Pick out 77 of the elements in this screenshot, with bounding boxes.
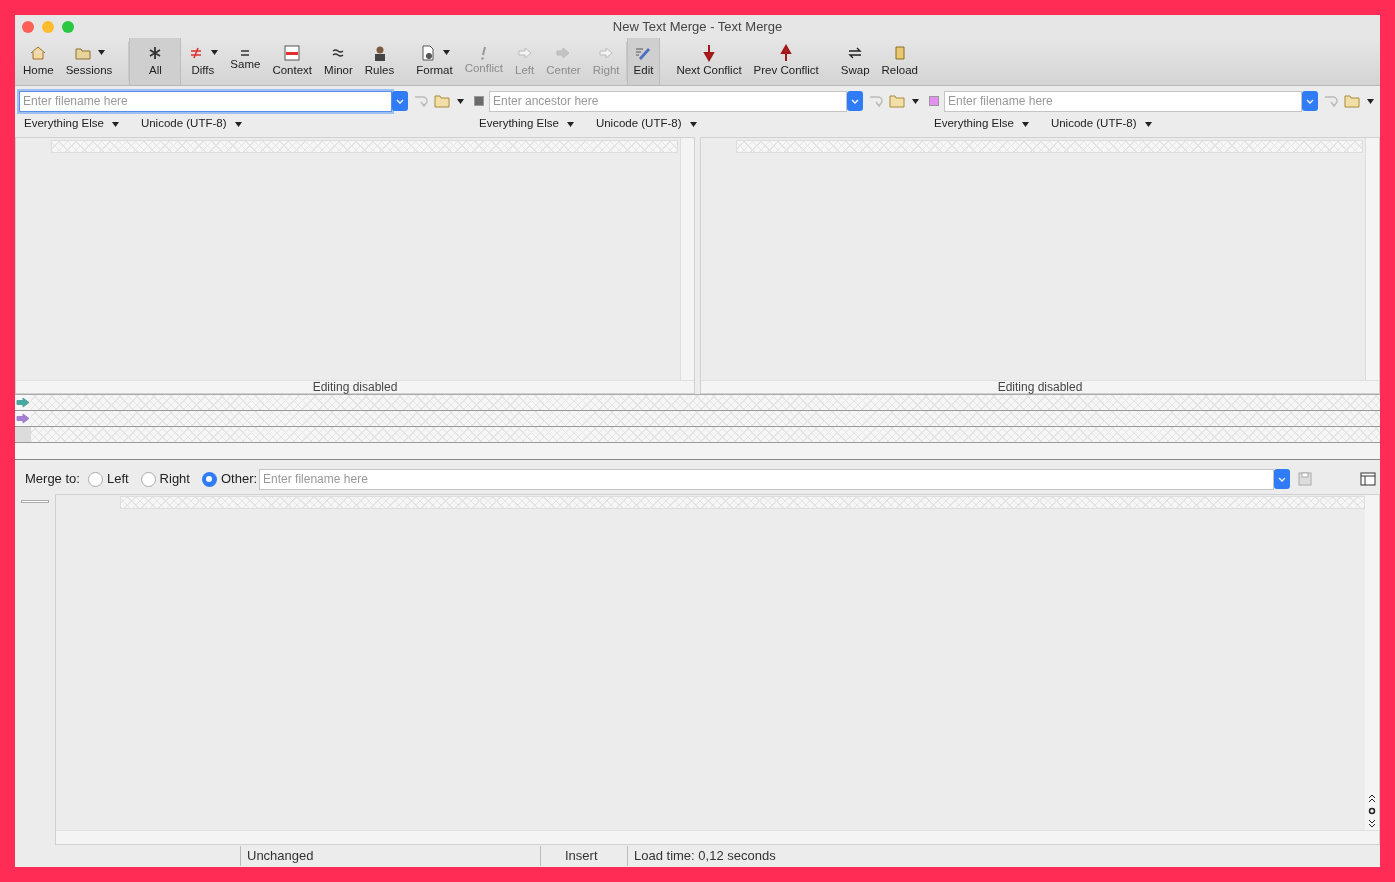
- pane-status: Editing disabled: [997, 381, 1083, 393]
- dropdown-button[interactable]: [847, 91, 863, 111]
- swap-arrow-icon[interactable]: [413, 93, 429, 109]
- toolbar-button[interactable]: Format: [410, 38, 459, 85]
- scroll-up-icon[interactable]: [1368, 794, 1376, 803]
- toolbar-button[interactable]: Sessions: [59, 38, 119, 85]
- toolbar-button[interactable]: Minor: [318, 38, 359, 85]
- filename-field[interactable]: Enter filename here: [19, 90, 392, 112]
- radio-button[interactable]: [140, 471, 156, 487]
- filename-field[interactable]: Enter ancestor here: [489, 90, 847, 112]
- scroll-down-icon[interactable]: [1368, 819, 1376, 828]
- caret-icon: [912, 98, 919, 104]
- folder-icon[interactable]: [889, 93, 907, 109]
- caret-icon: [211, 50, 219, 56]
- toolbar-button[interactable]: All: [129, 38, 182, 85]
- toolbar-button[interactable]: Context: [266, 38, 319, 85]
- caret-icon: [111, 121, 119, 127]
- window-title: New Text Merge - Text Merge: [612, 17, 783, 36]
- folder-icon[interactable]: [1344, 93, 1362, 109]
- context-icon: [283, 43, 302, 62]
- encoding-dropdown[interactable]: Unicode (UTF-8): [140, 115, 242, 133]
- filter-dropdown[interactable]: Everything Else: [479, 115, 574, 133]
- scrollbar[interactable]: [680, 138, 694, 380]
- scrollbar[interactable]: [1365, 495, 1379, 830]
- radio-option[interactable]: Other:: [201, 469, 258, 489]
- caret-icon: [689, 121, 697, 127]
- caret-icon: [566, 121, 574, 127]
- radio-button[interactable]: [201, 471, 217, 487]
- toolbar-button[interactable]: Home: [17, 38, 60, 85]
- filename-field[interactable]: Enter filename here: [944, 90, 1302, 112]
- toolbar-button[interactable]: Swap: [834, 38, 876, 85]
- pane-status: Editing disabled: [312, 381, 398, 393]
- encoding-dropdown[interactable]: Unicode (UTF-8): [595, 115, 697, 133]
- toolbar-button[interactable]: Reload: [875, 38, 924, 85]
- dropdown-button[interactable]: [1302, 91, 1318, 111]
- dropdown-button[interactable]: [392, 91, 408, 111]
- caret-icon: [97, 50, 105, 56]
- radio-option[interactable]: Right: [140, 469, 190, 489]
- toolbar-button[interactable]: Prev Conflict: [747, 38, 825, 85]
- caret-icon: [1367, 98, 1374, 104]
- caret-icon: [457, 98, 464, 104]
- save-icon[interactable]: [1298, 472, 1312, 486]
- caret-icon: [234, 121, 242, 127]
- encoding-dropdown[interactable]: Unicode (UTF-8): [1050, 115, 1152, 133]
- merge-to-label: Merge to:: [25, 470, 80, 489]
- close-button[interactable]: [22, 20, 34, 33]
- caret-icon: [442, 50, 450, 56]
- swap-arrow-icon[interactable]: [1323, 93, 1339, 109]
- toolbar-button[interactable]: Diffs: [181, 38, 225, 85]
- exclamation-icon: [480, 45, 487, 60]
- equals-icon: [240, 49, 251, 56]
- folder-icon[interactable]: [434, 93, 452, 109]
- chevron-icon: [396, 98, 404, 104]
- filter-dropdown[interactable]: Everything Else: [24, 115, 119, 133]
- chevron-icon: [1278, 476, 1286, 482]
- status-text: Load time: 0,12 seconds: [627, 846, 776, 866]
- caret-icon: [1144, 121, 1152, 127]
- toolbar-button[interactable]: Edit: [626, 38, 661, 85]
- scrollbar[interactable]: [1365, 138, 1379, 380]
- radio-button[interactable]: [87, 471, 103, 487]
- window-icon[interactable]: [1360, 472, 1376, 486]
- merge-filename-field[interactable]: Enter filename here: [259, 468, 1274, 490]
- zoom-button[interactable]: [62, 20, 74, 33]
- toolbar-button[interactable]: Same: [224, 38, 267, 85]
- chevron-icon: [1306, 98, 1314, 104]
- filter-dropdown[interactable]: Everything Else: [934, 115, 1029, 133]
- status-text: Insert: [540, 846, 627, 866]
- swap-arrow-icon[interactable]: [868, 93, 884, 109]
- status-text: Unchanged: [240, 846, 540, 866]
- chevron-icon: [851, 98, 859, 104]
- caret-icon: [1021, 121, 1029, 127]
- toolbar-button[interactable]: Next Conflict: [670, 38, 748, 85]
- radio-option[interactable]: Left: [87, 469, 129, 489]
- minimize-button[interactable]: [42, 20, 54, 33]
- dropdown-button[interactable]: [1274, 469, 1290, 489]
- toolbar-button[interactable]: Rules: [358, 38, 401, 85]
- circle-icon[interactable]: [1368, 807, 1376, 815]
